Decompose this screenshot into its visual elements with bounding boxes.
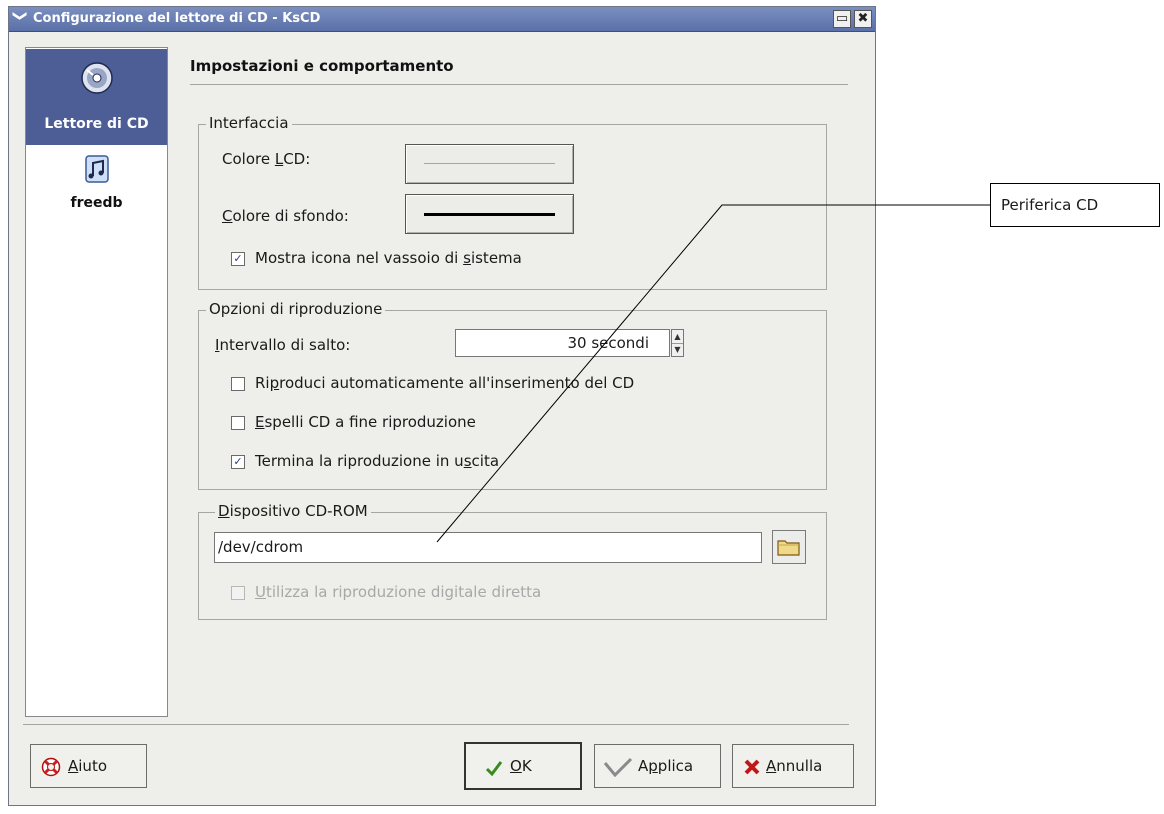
help-button[interactable]: Aiuto xyxy=(30,744,147,788)
digital-playback-checkbox[interactable] xyxy=(231,586,245,600)
autoplay-label: Riproduci automaticamente all'inseriment… xyxy=(255,374,635,392)
stop-on-exit-label: Termina la riproduzione in uscita xyxy=(255,452,500,470)
page-title: Impostazioni e comportamento xyxy=(190,57,454,75)
eject-label: Espelli CD a fine riproduzione xyxy=(255,413,476,431)
ok-button[interactable]: OK xyxy=(464,742,582,790)
device-path-input[interactable]: /dev/cdrom xyxy=(214,532,762,563)
lcd-color-label: Colore LCD: xyxy=(222,150,311,168)
freedb-music-icon xyxy=(84,155,109,183)
group-legend: Opzioni di riproduzione xyxy=(206,300,386,318)
cancel-x-icon xyxy=(744,759,760,775)
spin-down-icon[interactable]: ▼ xyxy=(672,343,683,356)
sidebar-item-label: freedb xyxy=(70,195,123,211)
skip-interval-stepper: ▲ ▼ xyxy=(671,329,684,357)
folder-icon xyxy=(777,540,800,556)
autoplay-checkbox[interactable] xyxy=(231,377,245,391)
cancel-button[interactable]: Annulla xyxy=(732,744,854,788)
group-legend: Interfaccia xyxy=(206,114,292,132)
title-bar: ❯ Configurazione del lettore di CD - KsC… xyxy=(9,7,875,32)
close-button[interactable]: ✖ xyxy=(854,10,872,28)
skip-interval-label: Intervallo di salto: xyxy=(215,336,351,354)
group-legend: Dispositivo CD-ROM xyxy=(215,502,371,520)
callout-label: Periferica CD xyxy=(990,183,1160,227)
eject-checkbox[interactable] xyxy=(231,416,245,430)
cdrom-device-group: Dispositivo CD-ROM xyxy=(198,502,827,620)
cd-player-icon xyxy=(80,62,113,94)
sidebar-item-freedb[interactable]: freedb xyxy=(26,148,167,238)
maximize-button[interactable]: ▭ xyxy=(833,10,851,28)
apply-checkmark-icon xyxy=(603,757,633,777)
tray-icon-checkbox[interactable]: ✓ xyxy=(231,252,245,266)
divider xyxy=(23,724,849,725)
digital-playback-label: Utilizza la riproduzione digitale dirett… xyxy=(255,583,542,601)
apply-button[interactable]: Applica xyxy=(594,744,721,788)
sidebar-item-lettore-cd[interactable]: Lettore di CD xyxy=(26,49,167,145)
tray-icon-label: Mostra icona nel vassoio di sistema xyxy=(255,249,522,267)
lcd-color-swatch xyxy=(424,163,555,164)
help-lifebuoy-icon xyxy=(41,757,61,777)
window-title: Configurazione del lettore di CD - KsCD xyxy=(33,11,321,26)
lcd-color-button[interactable] xyxy=(405,144,574,184)
window-menu-icon[interactable]: ❯ xyxy=(12,10,28,26)
stop-on-exit-checkbox[interactable]: ✓ xyxy=(231,455,245,469)
browse-folder-button[interactable] xyxy=(772,530,806,564)
background-color-button[interactable] xyxy=(405,194,574,234)
page-list: Lettore di CD freedb xyxy=(25,47,168,717)
sidebar-item-label: Lettore di CD xyxy=(44,116,149,132)
background-color-swatch xyxy=(424,213,555,216)
ok-checkmark-icon xyxy=(485,761,503,777)
spin-up-icon[interactable]: ▲ xyxy=(672,330,683,344)
divider xyxy=(190,84,848,85)
skip-interval-spinbox[interactable]: 30 secondi xyxy=(455,329,670,357)
background-color-label: Colore di sfondo: xyxy=(222,207,349,225)
